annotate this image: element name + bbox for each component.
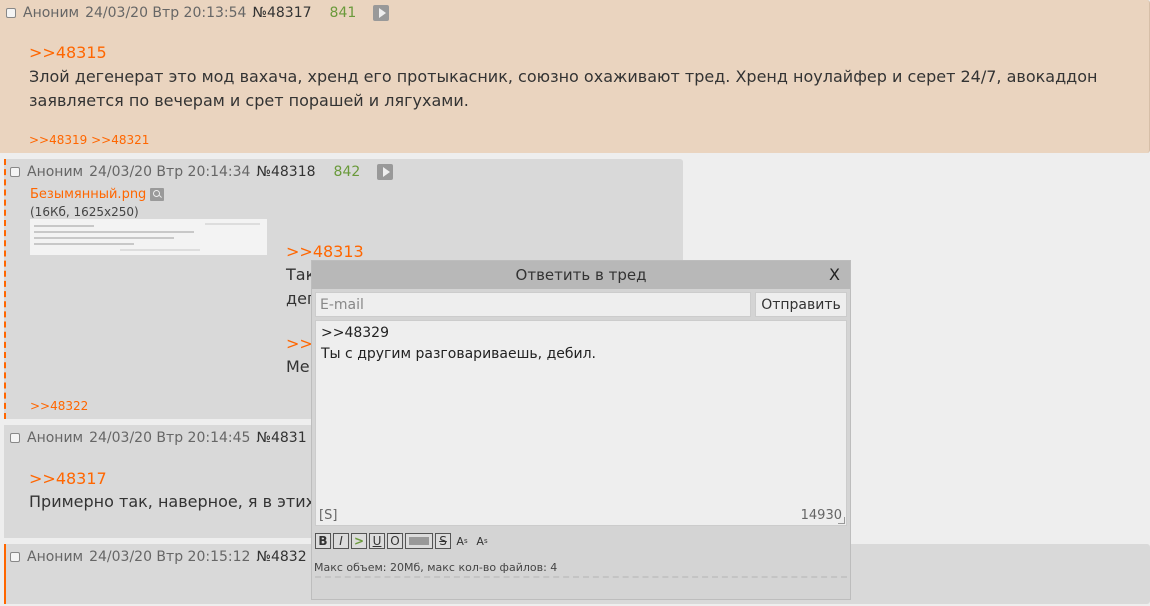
post-date: 24/03/20 Втр 20:15:12 [89, 549, 251, 565]
subscript-icon: A [476, 534, 484, 548]
post-count: 841 [329, 5, 357, 21]
file-attachment[interactable]: Безымянный.png [30, 187, 165, 202]
markup-toolbar: B I > U O S As As [315, 533, 493, 551]
post-number[interactable]: №48317 [252, 5, 311, 21]
post-header: Аноним 24/03/20 Втр 20:15:12 №4832 [10, 548, 325, 566]
email-field[interactable] [315, 292, 751, 317]
play-icon [378, 8, 386, 18]
post-date: 24/03/20 Втр 20:14:34 [89, 164, 251, 180]
reply-form-title: Ответить в тред [515, 266, 647, 284]
char-counter: 14930 [800, 508, 842, 523]
search-image-icon[interactable] [150, 188, 165, 201]
quick-reply-form: Ответить в тред X Отправить >>48329 Ты с… [311, 260, 851, 600]
spoiler-icon [409, 537, 429, 545]
message-line: Злой дегенерат это мод вахача, хренд его… [29, 67, 1098, 86]
post-number[interactable]: №4832 [256, 549, 306, 565]
post-menu-button[interactable] [377, 164, 394, 180]
post-checkbox[interactable] [10, 167, 20, 177]
post-48317: Аноним 24/03/20 Втр 20:13:54 №48317 841 … [0, 0, 1150, 153]
post-number[interactable]: №4831 [256, 430, 306, 446]
upload-limits: Макс объем: 20Мб, макс кол-во файлов: 4 [314, 561, 558, 574]
post-header: Аноним 24/03/20 Втр 20:14:45 №4831 [10, 429, 325, 447]
close-button[interactable]: X [829, 265, 840, 284]
strikethrough-button[interactable]: S [435, 533, 451, 549]
post-date: 24/03/20 Втр 20:14:45 [89, 430, 251, 446]
send-button[interactable]: Отправить [755, 292, 847, 317]
reply-link[interactable]: >>48317 [29, 469, 107, 488]
resize-handle[interactable] [838, 517, 845, 524]
play-icon [382, 167, 390, 177]
comment-line: Ты с другим разговариваешь, дебил. [321, 346, 596, 362]
file-meta: (16Кб, 1625x250) [30, 205, 139, 219]
superscript-button[interactable]: As [453, 533, 471, 549]
spoiler-button[interactable] [405, 533, 433, 549]
underline-button[interactable]: U [369, 533, 385, 549]
post-date: 24/03/20 Втр 20:13:54 [85, 5, 247, 21]
italic-button[interactable]: I [333, 533, 349, 549]
file-name[interactable]: Безымянный.png [30, 187, 146, 202]
comment-line: >>48329 [321, 325, 389, 341]
quote-button[interactable]: > [351, 533, 367, 549]
spoiler-tag: [S] [319, 508, 338, 523]
backlinks[interactable]: >>48322 [30, 399, 88, 413]
post-header: Аноним 24/03/20 Втр 20:14:34 №48318 842 [10, 163, 394, 181]
comment-textarea[interactable]: >>48329 Ты с другим разговариваешь, деби… [315, 320, 847, 526]
post-header: Аноним 24/03/20 Втр 20:13:54 №48317 841 [6, 4, 390, 22]
subscript-button[interactable]: As [473, 533, 491, 549]
file-dropzone[interactable] [315, 576, 847, 606]
post-checkbox[interactable] [10, 552, 20, 562]
message-line: заявляется по вечерам и срет порашей и л… [29, 91, 469, 110]
post-checkbox[interactable] [6, 8, 16, 18]
message-line: Примерно так, наверное, я в этих [29, 492, 316, 511]
post-number[interactable]: №48318 [256, 164, 315, 180]
poster-name: Аноним [23, 5, 80, 21]
poster-name: Аноним [27, 430, 84, 446]
superscript-icon: A [456, 534, 464, 548]
post-checkbox[interactable] [10, 433, 20, 443]
reply-link[interactable]: >>48315 [29, 43, 107, 62]
backlinks[interactable]: >>48319 >>48321 [29, 133, 149, 147]
image-thumbnail[interactable] [30, 219, 267, 255]
overline-button[interactable]: O [387, 533, 403, 549]
poster-name: Аноним [27, 164, 84, 180]
comment-text[interactable]: >>48329 Ты с другим разговариваешь, деби… [321, 323, 596, 365]
reply-link[interactable]: >>48313 [286, 242, 364, 261]
bold-button[interactable]: B [315, 533, 331, 549]
poster-name: Аноним [27, 549, 84, 565]
post-count: 842 [333, 164, 361, 180]
reply-form-header[interactable]: Ответить в тред X [312, 261, 850, 289]
post-menu-button[interactable] [373, 5, 390, 21]
